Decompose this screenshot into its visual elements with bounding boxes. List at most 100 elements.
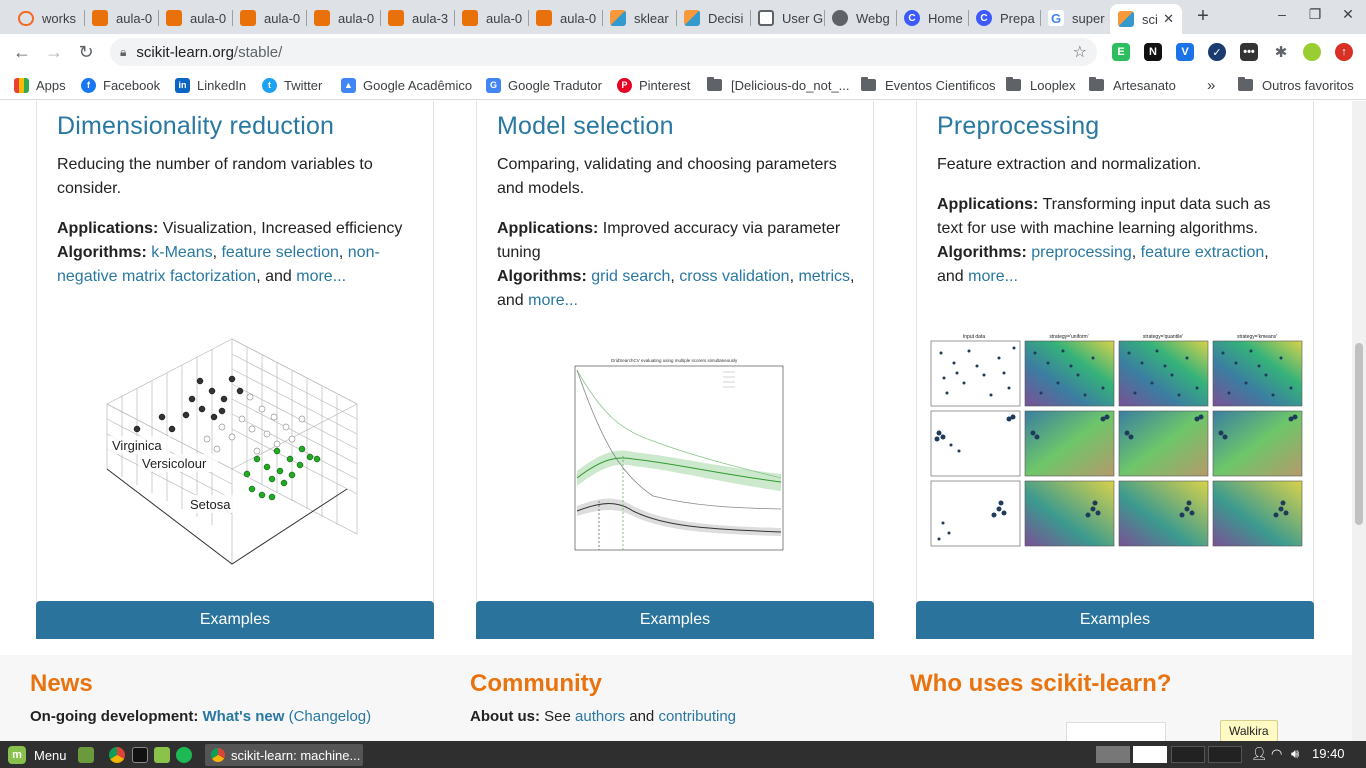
browser-tab[interactable]: C Prepa xyxy=(968,4,1042,32)
volume-icon[interactable]: 🔊︎ xyxy=(1291,746,1299,762)
taskbar-window-chrome[interactable]: scikit-learn: machine... xyxy=(205,744,363,766)
clock[interactable]: 19:40 xyxy=(1312,746,1345,761)
workspace-1[interactable] xyxy=(1096,746,1130,763)
folder-icon xyxy=(1089,77,1104,91)
browser-tab[interactable]: Gsuper xyxy=(1040,4,1114,32)
kbins-discretizer-figure[interactable]: Input data strategy='uniform' strategy='… xyxy=(929,333,1305,549)
reload-icon[interactable]: ↻ xyxy=(73,40,99,64)
folder-icon xyxy=(1238,77,1253,91)
browser-tab[interactable]: C Home xyxy=(896,4,970,32)
link-feature-selection[interactable]: feature selection xyxy=(221,244,338,261)
testimonial-logo[interactable] xyxy=(1066,722,1166,741)
close-window-icon[interactable]: ✕ xyxy=(1336,6,1360,23)
bookmark-apps[interactable]: Apps xyxy=(14,76,66,94)
extension-dots-icon[interactable]: ••• xyxy=(1240,43,1258,61)
link-changelog[interactable]: (Changelog) xyxy=(289,708,372,725)
bookmark-scholar[interactable]: ▲ Google Acadêmico xyxy=(341,76,472,94)
forward-arrow-icon[interactable]: → xyxy=(41,40,67,64)
link-more[interactable]: more... xyxy=(968,268,1018,285)
who-uses-section: Who uses scikit-learn? xyxy=(910,670,1171,741)
workspace-3[interactable] xyxy=(1171,746,1205,763)
bookmark-pinterest[interactable]: P Pinterest xyxy=(617,76,690,94)
footer-band: News On-going development: What's new (C… xyxy=(0,655,1352,741)
iris-3d-scatter-figure[interactable]: Virginica Versicolour Setosa xyxy=(102,319,362,569)
close-tab-icon[interactable]: ✕ xyxy=(1163,11,1174,27)
workspace-4[interactable] xyxy=(1208,746,1242,763)
link-grid-search[interactable]: grid search xyxy=(591,268,670,285)
link-authors[interactable]: authors xyxy=(575,708,625,725)
start-menu-button[interactable]: m Menu xyxy=(8,746,67,764)
bookmark-twitter[interactable]: t Twitter xyxy=(262,76,322,94)
browser-tab[interactable]: User G xyxy=(750,4,824,32)
mint-logo-icon: m xyxy=(8,746,26,764)
gridsearch-plot-figure[interactable]: GridSearchCV evaluating using multiple s… xyxy=(563,356,785,556)
terminal-icon[interactable] xyxy=(132,747,148,763)
checkmark-icon[interactable]: ✓ xyxy=(1208,43,1226,61)
new-tab-button[interactable]: + xyxy=(1191,5,1215,28)
bookmark-star-icon[interactable]: ☆ xyxy=(1073,42,1087,62)
link-contributing[interactable]: contributing xyxy=(658,708,736,725)
sklearn-icon xyxy=(610,10,626,26)
user-icon[interactable]: 👤︎ xyxy=(1251,746,1268,762)
address-bar[interactable]: 🔒︎ scikit-learn.org/stable/ ☆ xyxy=(110,38,1097,66)
browser-tab[interactable]: works xyxy=(10,4,84,32)
bookmark-folder[interactable]: Looplex xyxy=(1006,76,1076,94)
browser-tab[interactable]: aula-3 xyxy=(380,4,454,32)
bookmark-linkedin[interactable]: in LinkedIn xyxy=(175,76,246,94)
browser-tab[interactable]: Webg xyxy=(824,4,898,32)
restore-icon[interactable]: ❐ xyxy=(1303,6,1327,23)
examples-button[interactable]: Examples xyxy=(36,601,434,639)
link-feature-extraction[interactable]: feature extraction xyxy=(1141,244,1265,261)
card-title: Dimensionality reduction xyxy=(57,112,335,140)
book-icon xyxy=(536,10,552,26)
link-whats-new[interactable]: What's new xyxy=(203,708,285,725)
bookmark-other[interactable]: Outros favoritos xyxy=(1238,76,1354,94)
files-folder-icon[interactable] xyxy=(154,747,170,763)
puzzle-icon[interactable]: ✱ xyxy=(1272,43,1290,61)
avatar[interactable] xyxy=(1303,43,1321,61)
chrome-icon[interactable] xyxy=(109,747,125,763)
examples-button[interactable]: Examples xyxy=(916,601,1314,639)
workspace-2[interactable] xyxy=(1133,746,1167,763)
link-preprocessing[interactable]: preprocessing xyxy=(1031,244,1132,261)
browser-tab[interactable]: aula-0 xyxy=(454,4,528,32)
link-k-means[interactable]: k-Means xyxy=(151,244,212,261)
examples-button[interactable]: Examples xyxy=(476,601,874,639)
bookmark-facebook[interactable]: f Facebook xyxy=(81,76,160,94)
bookmark-translate[interactable]: G Google Tradutor xyxy=(486,76,602,94)
update-icon[interactable]: ↑ xyxy=(1335,43,1353,61)
back-arrow-icon[interactable]: ← xyxy=(9,40,35,64)
evernote-icon[interactable]: E xyxy=(1112,43,1130,61)
link-cross-validation[interactable]: cross validation xyxy=(679,268,789,285)
browser-tab[interactable]: aula-0 xyxy=(232,4,306,32)
figure-label-setosa: Setosa xyxy=(190,497,231,512)
browser-tab[interactable]: sklear xyxy=(602,4,676,32)
vertical-scrollbar[interactable] xyxy=(1352,101,1366,741)
wifi-icon[interactable]: ◠ xyxy=(1271,746,1282,762)
browser-tab[interactable]: aula-0 xyxy=(528,4,602,32)
book-icon xyxy=(462,10,478,26)
bookmark-folder[interactable]: Eventos Cientificos xyxy=(861,76,996,94)
browser-tab[interactable]: aula-0 xyxy=(158,4,232,32)
google-icon: G xyxy=(1048,10,1064,26)
show-desktop-icon[interactable] xyxy=(78,747,94,763)
notion-icon[interactable]: N xyxy=(1144,43,1162,61)
spotify-icon[interactable] xyxy=(176,747,192,763)
more-bookmarks-chevron-icon[interactable]: » xyxy=(1207,76,1215,94)
minimize-icon[interactable]: – xyxy=(1270,6,1294,22)
card-body: Reducing the number of random variables … xyxy=(57,153,417,305)
card-details: Applications: Improved accuracy via para… xyxy=(497,220,855,309)
link-more[interactable]: more... xyxy=(528,292,578,309)
browser-tab[interactable]: aula-0 xyxy=(306,4,380,32)
bookmark-folder[interactable]: Artesanato xyxy=(1089,76,1176,94)
twitter-icon: t xyxy=(262,77,277,93)
browser-tab[interactable]: Decisi xyxy=(676,4,750,32)
browser-tab-active[interactable]: sci ✕ xyxy=(1110,4,1182,34)
link-more[interactable]: more... xyxy=(296,268,346,285)
scrollbar-thumb[interactable] xyxy=(1355,343,1363,525)
link-metrics[interactable]: metrics xyxy=(798,268,850,285)
browser-tab[interactable]: aula-0 xyxy=(84,4,158,32)
extension-v-icon[interactable]: V xyxy=(1176,43,1194,61)
sklearn-icon xyxy=(684,10,700,26)
bookmark-folder[interactable]: [Delicious-do_not_... xyxy=(707,76,850,94)
